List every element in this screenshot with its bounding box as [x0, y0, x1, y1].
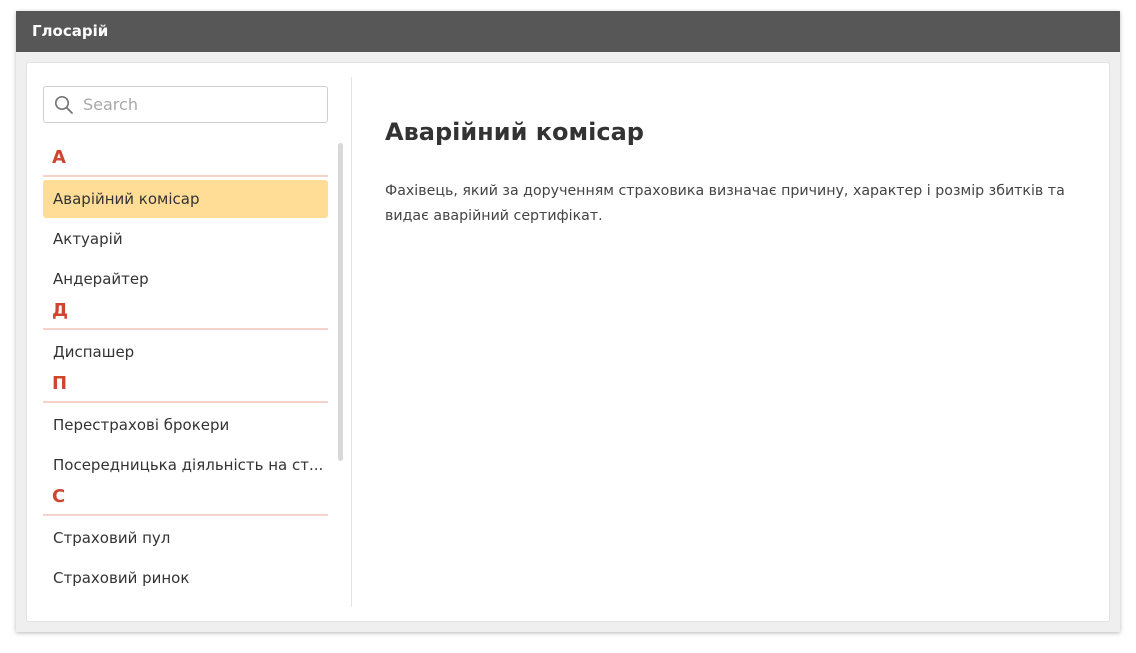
- glossary-panel: А Аварійний комісар Актуарій Андерайтер …: [26, 62, 1110, 622]
- glossary-item-strakhovyi-pul[interactable]: Страховий пул: [43, 519, 328, 557]
- glossary-item-strakhovyi-rynok[interactable]: Страховий ринок: [43, 559, 328, 597]
- term-definition: Фахівець, який за дорученням страховика …: [385, 183, 1065, 224]
- search-input[interactable]: [83, 88, 323, 121]
- window-title: Глосарій: [16, 11, 1120, 52]
- glossary-window: Глосарій А Аварійний комісар Актуарій Ан…: [16, 11, 1120, 632]
- term-title: Аварійний комісар: [385, 118, 644, 146]
- search-icon: [54, 95, 73, 114]
- term-detail: Аварійний комісар Фахівець, який за дору…: [385, 63, 1095, 621]
- glossary-item-dyspasher[interactable]: Диспашер: [43, 333, 328, 371]
- glossary-item-poserednytska-diialnist[interactable]: Посередницька діяльність на ст...: [43, 446, 328, 484]
- glossary-item-anderaiter[interactable]: Андерайтер: [43, 260, 328, 298]
- glossary-item-avariinyi-komisar[interactable]: Аварійний комісар: [43, 180, 328, 218]
- glossary-item-aktuarii[interactable]: Актуарій: [43, 220, 328, 258]
- search-box[interactable]: [43, 86, 328, 123]
- section-letter-d: Д: [43, 300, 328, 330]
- section-letter-s: С: [43, 486, 328, 516]
- section-letter-a: А: [43, 147, 328, 177]
- glossary-item-perestrakhovi-brokery[interactable]: Перестрахові брокери: [43, 406, 328, 444]
- section-letter-p: П: [43, 373, 328, 403]
- sidebar-scrollbar[interactable]: [338, 143, 343, 461]
- glossary-list: А Аварійний комісар Актуарій Андерайтер …: [43, 147, 328, 599]
- panel-divider: [351, 77, 352, 607]
- glossary-sidebar: А Аварійний комісар Актуарій Андерайтер …: [27, 63, 352, 621]
